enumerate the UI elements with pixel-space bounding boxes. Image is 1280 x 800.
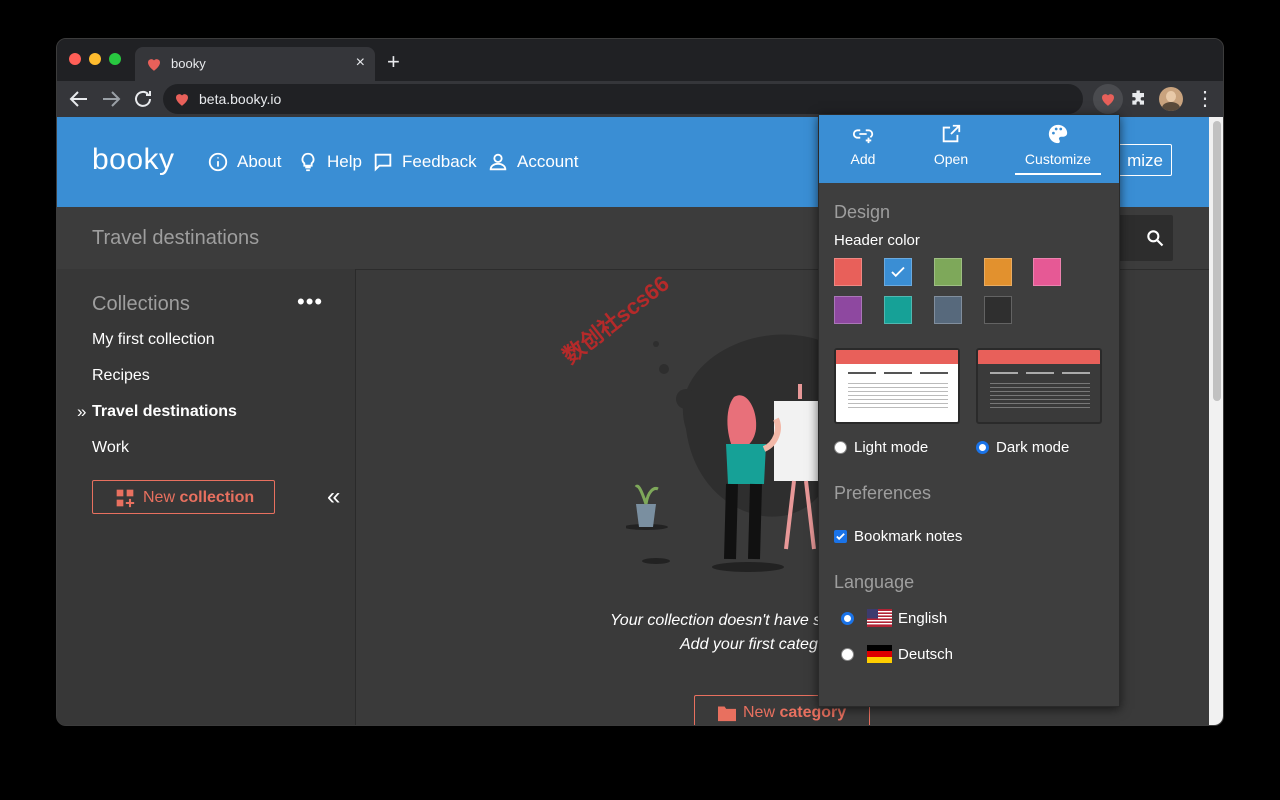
nav-account-label: Account <box>517 152 579 171</box>
new-collection-bold: collection <box>179 489 255 506</box>
booky-heart-icon <box>1102 94 1114 106</box>
nav-help[interactable]: Help <box>297 151 362 173</box>
back-icon[interactable] <box>67 87 91 111</box>
tab-strip: booky × + <box>57 39 1223 81</box>
english-radio[interactable] <box>841 612 854 625</box>
tab-customize-label: Customize <box>1024 151 1092 167</box>
color-swatch-orange[interactable] <box>984 258 1012 286</box>
collection-item-active[interactable]: Travel destinations <box>92 403 237 421</box>
collapse-sidebar-icon[interactable]: « <box>327 483 340 511</box>
language-section-title: Language <box>834 572 915 592</box>
light-mode-preview[interactable] <box>834 348 960 424</box>
profile-avatar[interactable] <box>1159 87 1183 111</box>
browser-tab[interactable]: booky × <box>135 47 375 81</box>
collection-item[interactable]: My first collection <box>92 331 215 349</box>
checkmark-icon <box>836 533 845 541</box>
chat-icon <box>374 153 392 172</box>
nav-about[interactable]: About <box>207 151 281 173</box>
tab-open-label: Open <box>933 151 969 167</box>
palette-icon <box>1048 124 1068 144</box>
customize-button-label: mize <box>1127 151 1163 170</box>
nav-account[interactable]: Account <box>487 151 578 173</box>
bookmark-notes-label: Bookmark notes <box>854 528 963 545</box>
page-title: Travel destinations <box>92 227 260 249</box>
collection-item[interactable]: Work <box>92 439 129 457</box>
browser-menu-icon[interactable]: ⋮ <box>1195 86 1215 111</box>
url-text: beta.booky.io <box>199 91 282 107</box>
nav-feedback-label: Feedback <box>402 152 477 171</box>
search-box[interactable] <box>1117 215 1173 261</box>
minimize-window-button[interactable] <box>89 53 101 65</box>
nav-about-label: About <box>237 152 282 171</box>
add-grid-icon <box>116 489 135 508</box>
dark-mode-preview[interactable] <box>976 348 1102 424</box>
folder-add-icon <box>718 706 736 722</box>
link-add-icon <box>852 129 874 144</box>
forward-icon[interactable] <box>99 87 123 111</box>
us-flag-icon <box>867 609 892 627</box>
open-external-icon <box>942 124 961 143</box>
color-swatch-purple[interactable] <box>834 296 862 324</box>
tab-title: booky <box>171 56 206 71</box>
design-section-title: Design <box>834 202 891 222</box>
deutsch-radio[interactable] <box>841 648 854 661</box>
booky-logo[interactable]: booky <box>92 143 175 177</box>
color-swatch-slate[interactable] <box>934 296 962 324</box>
lightbulb-icon <box>301 152 315 172</box>
light-mode-label: Light mode <box>854 439 929 456</box>
color-swatch-dark[interactable] <box>984 296 1012 324</box>
deutsch-label: Deutsch <box>898 646 954 663</box>
address-bar[interactable]: beta.booky.io <box>163 84 1083 114</box>
new-collection-prefix: New <box>143 489 180 506</box>
preferences-section-title: Preferences <box>834 483 932 503</box>
page-scrollbar[interactable] <box>1209 117 1223 725</box>
scrollbar-thumb[interactable] <box>1213 121 1221 401</box>
booky-heart-icon <box>148 59 160 71</box>
close-tab-icon[interactable]: × <box>356 54 365 72</box>
booky-extension-button[interactable] <box>1093 84 1123 114</box>
close-window-button[interactable] <box>69 53 81 65</box>
color-swatch-pink[interactable] <box>1033 258 1061 286</box>
color-swatch-blue-selected[interactable] <box>884 258 912 286</box>
collections-sidebar: Collections ••• My first collection Reci… <box>57 269 356 725</box>
english-label: English <box>898 610 948 627</box>
nav-help-label: Help <box>327 152 362 171</box>
new-collection-button[interactable]: New collection <box>92 480 275 514</box>
tab-add[interactable]: Add <box>841 123 885 167</box>
booky-heart-icon <box>176 94 188 106</box>
tab-open[interactable]: Open <box>929 123 973 167</box>
empty-state-line1: Your collection doesn't have s <box>610 612 822 629</box>
header-color-label: Header color <box>834 232 920 249</box>
browser-toolbar: beta.booky.io ⋮ <box>57 81 1223 117</box>
light-mode-radio[interactable] <box>834 441 847 454</box>
nav-feedback[interactable]: Feedback <box>372 151 477 173</box>
extensions-puzzle-icon[interactable] <box>1129 88 1149 108</box>
dark-mode-label: Dark mode <box>996 439 1070 456</box>
reload-icon[interactable] <box>131 87 155 111</box>
active-tab-indicator <box>1015 173 1101 175</box>
color-swatch-teal[interactable] <box>884 296 912 324</box>
extension-popup: Add Open Customize Design Header color L… <box>818 114 1120 707</box>
checkmark-icon <box>891 266 905 278</box>
new-tab-button[interactable]: + <box>387 49 400 75</box>
bookmark-notes-checkbox[interactable] <box>834 530 847 543</box>
user-icon <box>489 153 507 171</box>
color-swatch-red[interactable] <box>834 258 862 286</box>
more-options-icon[interactable]: ••• <box>297 289 323 315</box>
de-flag-icon <box>867 645 892 663</box>
tab-customize[interactable]: Customize <box>1019 123 1097 167</box>
color-swatch-green[interactable] <box>934 258 962 286</box>
collection-item[interactable]: Recipes <box>92 367 150 385</box>
info-icon <box>208 152 228 172</box>
maximize-window-button[interactable] <box>109 53 121 65</box>
search-icon[interactable] <box>1145 228 1165 248</box>
tab-add-label: Add <box>850 151 876 167</box>
dark-mode-radio[interactable] <box>976 441 989 454</box>
popup-tabs: Add Open Customize <box>819 115 1119 183</box>
empty-state-line2: Add your first categ <box>680 636 818 653</box>
collections-title: Collections <box>92 293 190 315</box>
new-category-prefix: New <box>743 704 780 721</box>
active-marker-icon: » <box>77 402 87 421</box>
